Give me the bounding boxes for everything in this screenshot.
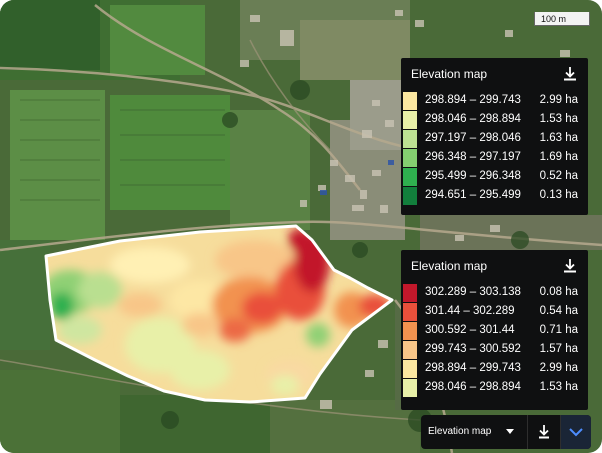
legend-header: Elevation map (401, 250, 588, 282)
legend-row: 298.894 – 299.743 2.99 ha (401, 90, 588, 110)
legend-title: Elevation map (411, 67, 488, 81)
legend-swatch (403, 284, 417, 302)
chevron-down-icon[interactable] (561, 415, 591, 449)
legend-swatch (403, 187, 417, 205)
legend-row: 297.197 – 298.046 1.63 ha (401, 128, 588, 148)
legend-range: 302.289 – 303.138 (425, 286, 521, 298)
download-icon[interactable] (560, 64, 580, 84)
legend-row: 299.743 – 300.592 1.57 ha (401, 339, 588, 359)
legend-rows: 298.894 – 299.743 2.99 ha 298.046 – 298.89… (401, 90, 588, 205)
legend-area: 1.63 ha (539, 132, 578, 144)
legend-row: 296.348 – 297.197 1.69 ha (401, 147, 588, 167)
legend-range: 294.651 – 295.499 (425, 189, 521, 201)
legend-swatch (403, 341, 417, 359)
legend-swatch (403, 92, 417, 110)
legend-range: 298.046 – 298.894 (425, 381, 521, 393)
elevation-legend-panel: Elevation map 298.894 – 299.743 2.99 ha 29… (401, 58, 588, 215)
legend-swatch (403, 130, 417, 148)
legend-row: 298.046 – 298.894 1.53 ha (401, 377, 588, 397)
legend-row: 298.894 – 299.743 2.99 ha (401, 358, 588, 378)
legend-range: 297.197 – 298.046 (425, 132, 521, 144)
legend-swatch (403, 322, 417, 340)
legend-range: 295.499 – 296.348 (425, 170, 521, 182)
legend-area: 1.53 ha (539, 381, 578, 393)
legend-area: 2.99 ha (539, 362, 578, 374)
legend-area: 0.54 ha (539, 305, 578, 317)
legend-swatch (403, 360, 417, 378)
legend-title: Elevation map (411, 259, 488, 273)
legend-swatch (403, 168, 417, 186)
layer-select-label[interactable]: Elevation map (428, 426, 491, 437)
layer-toolbar: Elevation map (421, 415, 591, 449)
legend-range: 298.046 – 298.894 (425, 113, 521, 125)
legend-area: 0.08 ha (539, 286, 578, 298)
legend-swatch (403, 379, 417, 397)
legend-range: 300.592 – 301.44 (425, 324, 515, 336)
legend-range: 301.44 – 302.289 (425, 305, 515, 317)
legend-rows: 302.289 – 303.138 0.08 ha 301.44 – 302.289… (401, 282, 588, 397)
legend-swatch (403, 149, 417, 167)
dropdown-caret-icon[interactable] (506, 429, 514, 434)
legend-row: 301.44 – 302.289 0.54 ha (401, 301, 588, 321)
legend-range: 298.894 – 299.743 (425, 94, 521, 106)
legend-row: 298.046 – 298.894 1.53 ha (401, 109, 588, 129)
map-view[interactable]: 100 m Elevation map 298.894 – 299.743 2.9… (0, 0, 602, 453)
elevation-legend-panel-secondary: Elevation map 302.289 – 303.138 0.08 ha 30… (401, 250, 588, 410)
legend-area: 0.71 ha (539, 324, 578, 336)
legend-swatch (403, 111, 417, 129)
legend-range: 296.348 – 297.197 (425, 151, 521, 163)
download-icon[interactable] (529, 415, 559, 449)
legend-area: 1.69 ha (539, 151, 578, 163)
legend-row: 294.651 – 295.499 0.13 ha (401, 185, 588, 205)
legend-range: 299.743 – 300.592 (425, 343, 521, 355)
legend-swatch (403, 303, 417, 321)
legend-row: 300.592 – 301.44 0.71 ha (401, 320, 588, 340)
scale-bar: 100 m (534, 12, 590, 26)
legend-area: 0.13 ha (539, 189, 578, 201)
legend-header: Elevation map (401, 58, 588, 90)
legend-row: 295.499 – 296.348 0.52 ha (401, 166, 588, 186)
legend-area: 2.99 ha (539, 94, 578, 106)
legend-area: 1.57 ha (539, 343, 578, 355)
toolbar-divider (527, 415, 528, 449)
legend-range: 298.894 – 299.743 (425, 362, 521, 374)
legend-area: 0.52 ha (539, 170, 578, 182)
legend-area: 1.53 ha (539, 113, 578, 125)
legend-row: 302.289 – 303.138 0.08 ha (401, 282, 588, 302)
download-icon[interactable] (560, 256, 580, 276)
